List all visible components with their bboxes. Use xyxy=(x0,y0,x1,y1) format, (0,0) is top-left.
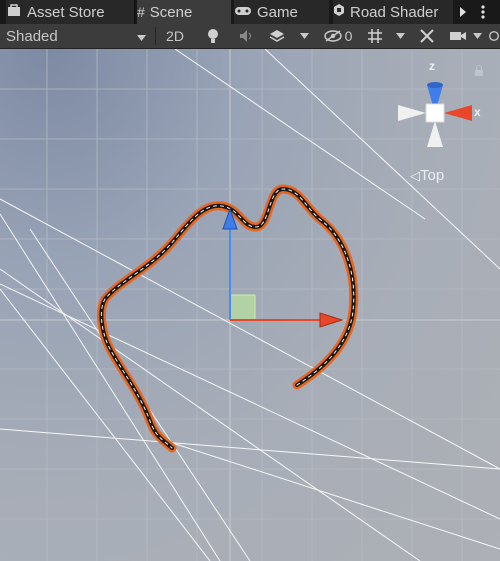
chevron-down-icon xyxy=(299,33,309,39)
scene-toolbar: Shaded 2D 0 xyxy=(0,24,500,49)
audio-toggle-button[interactable] xyxy=(235,26,259,46)
hidden-count: 0 xyxy=(344,28,353,44)
tab-label: Asset Store xyxy=(27,3,105,21)
effects-toggle-button[interactable] xyxy=(266,26,288,46)
chevron-down-icon xyxy=(472,33,482,39)
tab-label: Scene xyxy=(149,3,193,21)
tab-scene[interactable]: # Scene xyxy=(137,0,231,24)
x-cone-icon[interactable] xyxy=(444,105,472,121)
tab-bar: Asset Store # Scene Game Road Shader xyxy=(0,0,500,24)
grid-toggle-button[interactable] xyxy=(364,26,386,46)
lighting-toggle-button[interactable] xyxy=(201,26,225,46)
gizmo-icon xyxy=(489,31,499,41)
tab-road-shader[interactable]: Road Shader xyxy=(333,0,453,24)
xz-plane-handle[interactable] xyxy=(229,294,256,321)
2d-toggle-button[interactable]: 2D xyxy=(160,26,190,46)
back-arrow-icon: ◁ xyxy=(410,168,420,183)
camera-icon xyxy=(450,32,466,40)
2d-toggle-label: 2D xyxy=(166,28,184,44)
tab-label: Game xyxy=(257,3,298,21)
shader-icon xyxy=(333,3,345,21)
tools-icon xyxy=(420,29,434,43)
view-orientation-label[interactable]: ◁Top xyxy=(410,167,444,184)
neg-z-cone-icon[interactable] xyxy=(427,121,443,147)
grid-snap-icon xyxy=(368,29,382,43)
gizmo-z-label: z xyxy=(429,59,435,73)
toolbar-divider xyxy=(155,27,156,45)
chevron-down-icon xyxy=(137,28,146,45)
gamepad-icon xyxy=(234,4,252,21)
layers-icon xyxy=(269,30,285,42)
lightbulb-icon xyxy=(208,29,218,43)
shading-mode-label: Shaded xyxy=(6,27,58,45)
camera-button[interactable] xyxy=(447,26,469,46)
chevron-down-icon xyxy=(395,33,405,39)
camera-dropdown-button[interactable] xyxy=(471,26,483,46)
scene-canvas[interactable] xyxy=(0,49,500,561)
orientation-gizmo[interactable] xyxy=(398,82,472,147)
lock-icon[interactable] xyxy=(474,65,484,76)
gizmos-button[interactable] xyxy=(488,26,500,46)
scene-viewport[interactable]: z x ◁Top xyxy=(0,49,500,561)
tab-scroll-right-icon[interactable] xyxy=(456,0,470,24)
speaker-icon xyxy=(240,30,251,42)
eye-slash-icon xyxy=(323,30,342,42)
gizmo-center-cube[interactable] xyxy=(425,103,445,123)
x-axis-arrow-icon[interactable] xyxy=(319,312,344,328)
shading-mode-dropdown[interactable]: Shaded xyxy=(0,26,152,46)
gizmo-x-label: x xyxy=(474,105,481,119)
grid-icon: # xyxy=(137,4,145,20)
tab-game[interactable]: Game xyxy=(234,0,329,24)
view-name: Top xyxy=(420,167,445,184)
hidden-objects-toggle[interactable]: 0 xyxy=(319,26,357,46)
store-icon xyxy=(6,3,22,21)
effects-dropdown-button[interactable] xyxy=(297,26,311,46)
grid-dropdown-button[interactable] xyxy=(393,26,407,46)
tab-asset-store[interactable]: Asset Store xyxy=(6,0,135,24)
tab-label: Road Shader xyxy=(350,3,439,21)
more-options-icon[interactable] xyxy=(476,0,490,24)
tools-button[interactable] xyxy=(416,26,438,46)
